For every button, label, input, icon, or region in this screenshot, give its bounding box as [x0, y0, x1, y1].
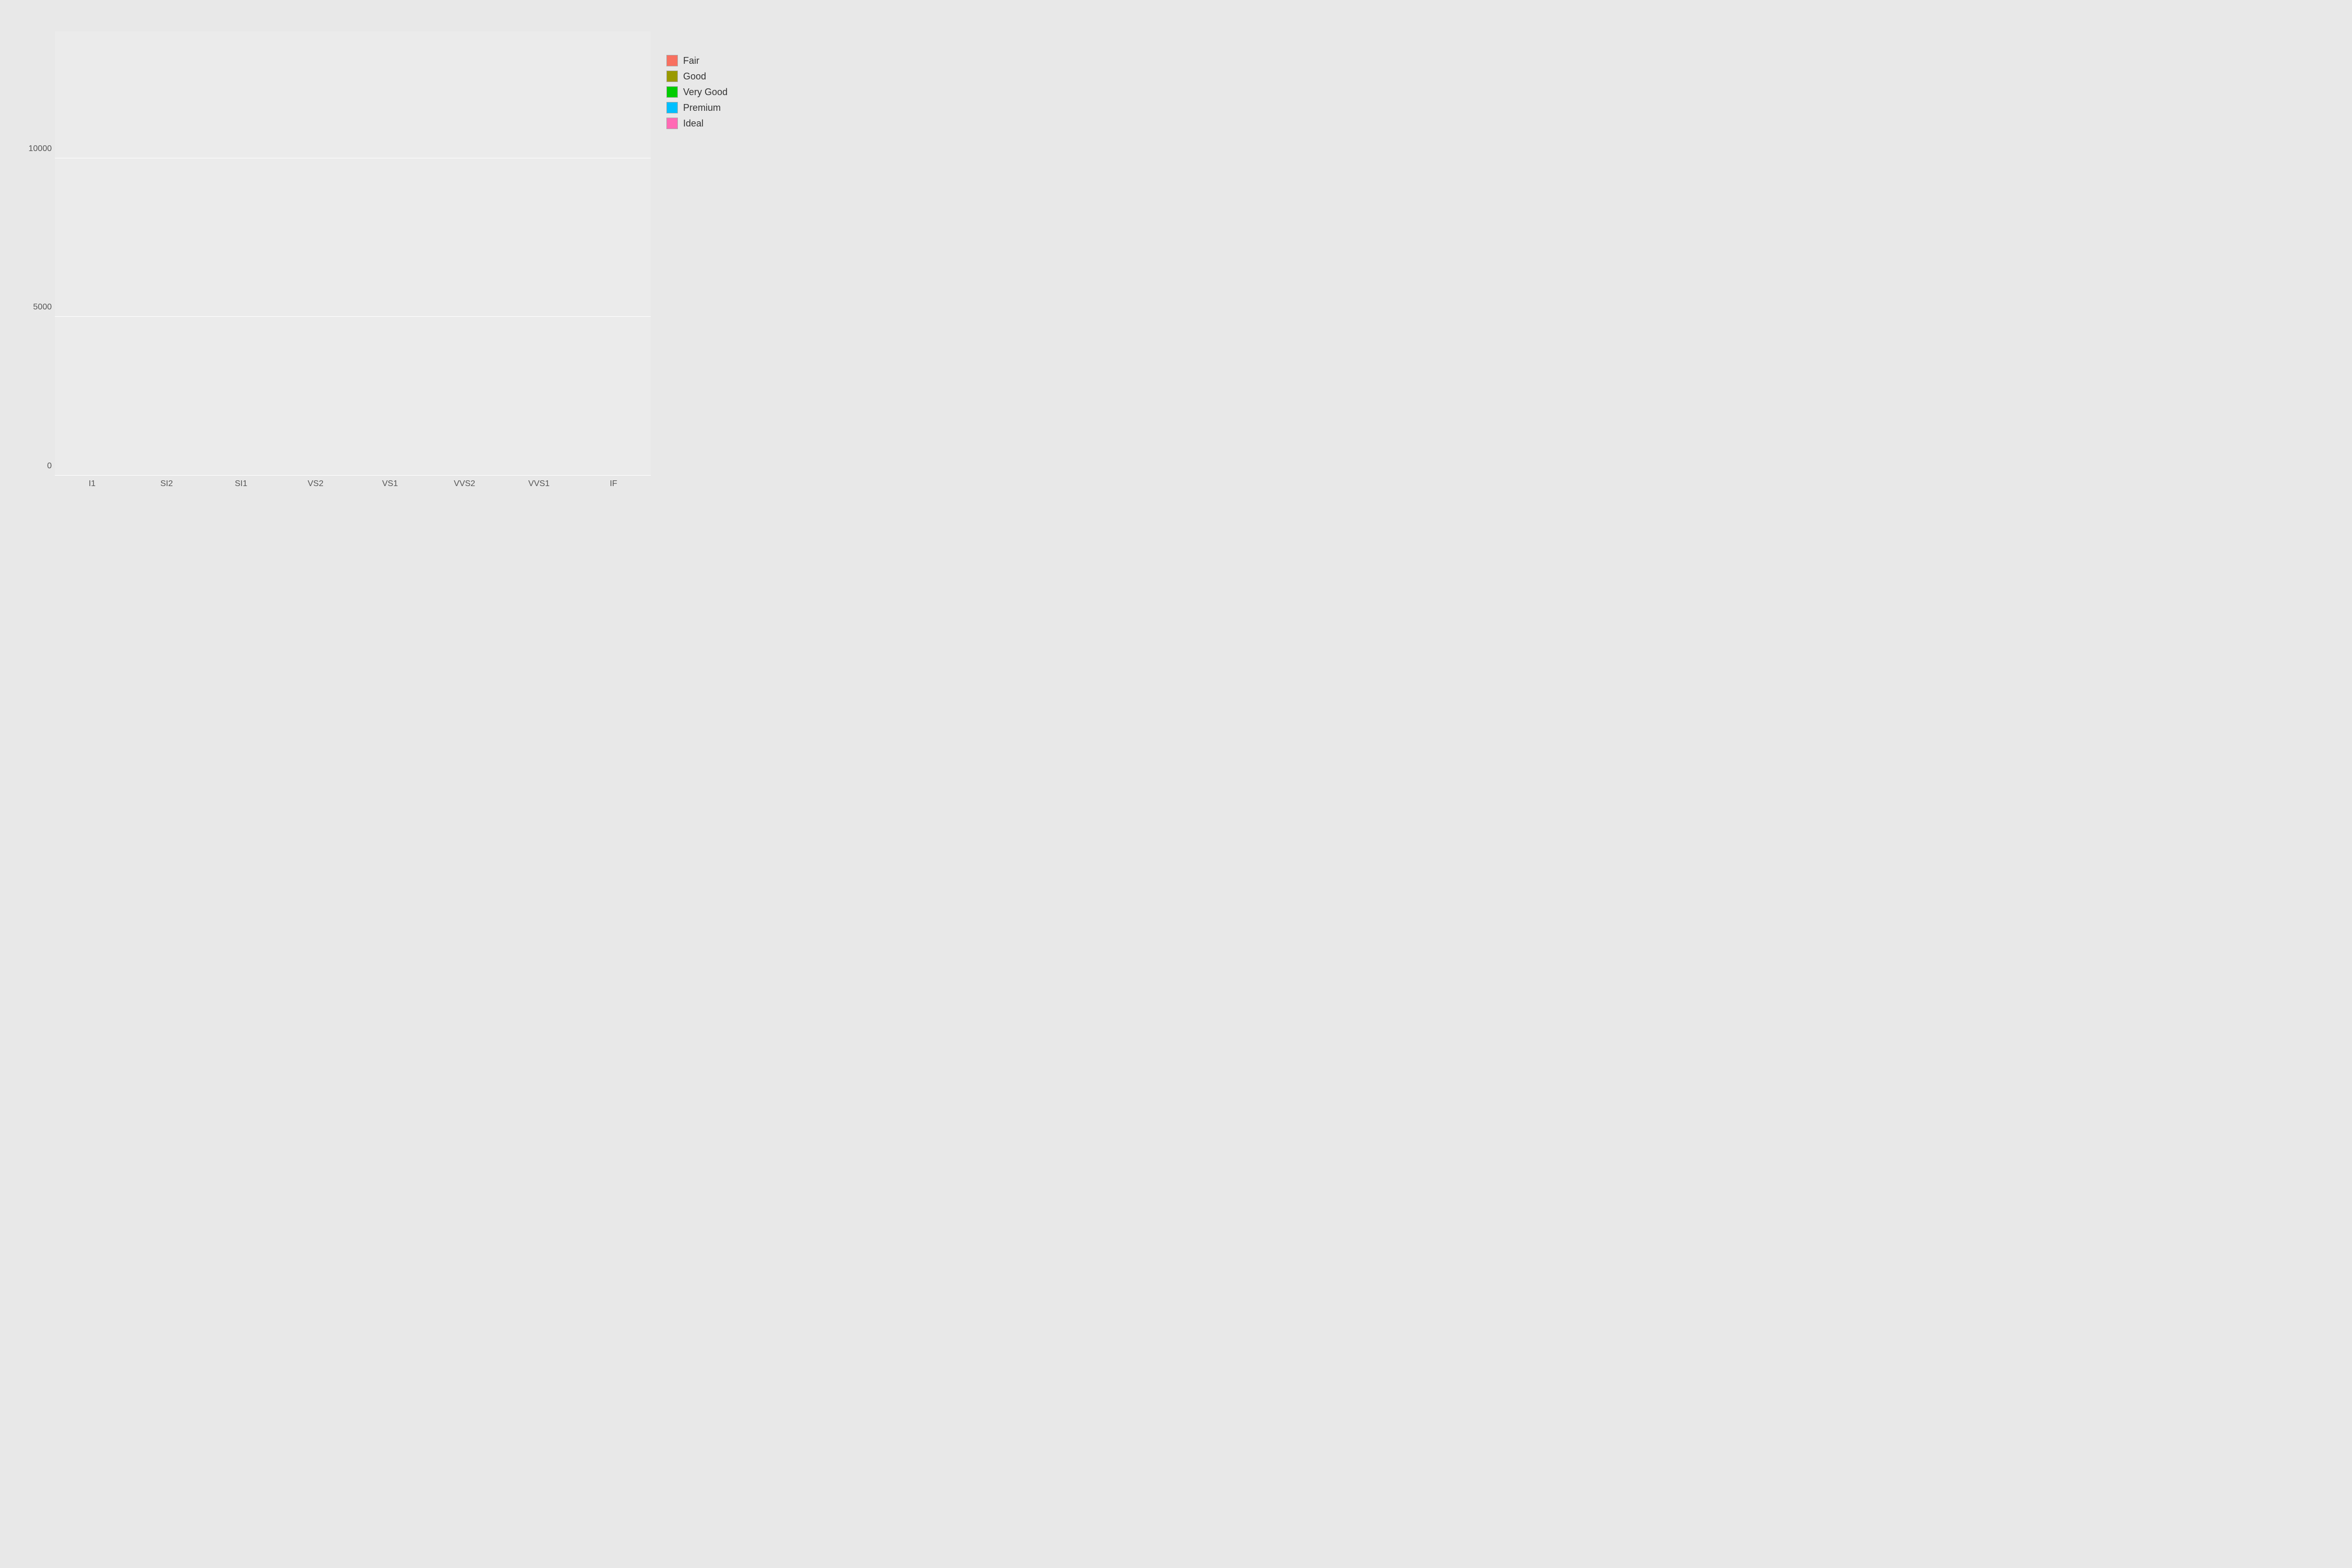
x-tick-label: VVS2 [454, 479, 475, 489]
legend-item: Good [666, 71, 728, 82]
x-tick-label: VS1 [382, 479, 398, 489]
legend-label: Ideal [683, 118, 704, 129]
x-tick-label: SI1 [235, 479, 247, 489]
legend: Fair Good Very Good Premium Ideal [661, 42, 766, 507]
legend-swatch [666, 102, 678, 113]
x-tick-label: VVS1 [528, 479, 550, 489]
legend-item: Ideal [666, 118, 728, 129]
plot-area: I1SI2SI1VS2VS1VVS2VVS1IF [55, 31, 651, 476]
x-tick-label: VS2 [308, 479, 324, 489]
legend-item: Very Good [666, 86, 728, 98]
legend-item: Premium [666, 102, 728, 113]
legend-label: Good [683, 71, 706, 82]
grid-line [55, 316, 651, 317]
grid-line [55, 475, 651, 476]
x-tick-label: SI2 [160, 479, 173, 489]
chart-container: I1SI2SI1VS2VS1VVS2VVS1IF 0500010000 Fair… [13, 10, 771, 512]
legend-label: Premium [683, 102, 721, 113]
y-tick-label: 0 [47, 462, 52, 471]
legend-swatch [666, 86, 678, 98]
x-tick-label: IF [610, 479, 617, 489]
x-tick-label: I1 [89, 479, 96, 489]
legend-swatch [666, 118, 678, 129]
legend-label: Very Good [683, 87, 728, 98]
legend-label: Fair [683, 55, 699, 66]
legend-swatch [666, 71, 678, 82]
y-tick-label: 10000 [29, 144, 52, 154]
legend-item: Fair [666, 55, 728, 66]
chart-area: I1SI2SI1VS2VS1VVS2VVS1IF 0500010000 [18, 21, 661, 507]
legend-swatch [666, 55, 678, 66]
y-tick-label: 5000 [33, 303, 52, 312]
